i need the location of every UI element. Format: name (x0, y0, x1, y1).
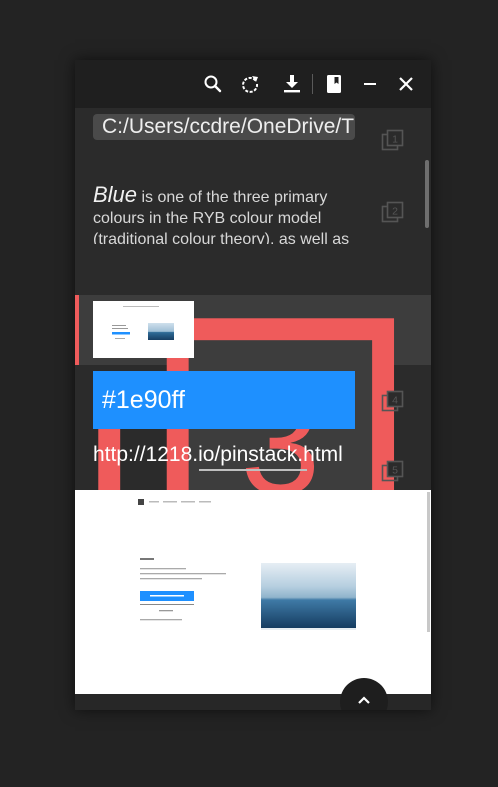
selection-marker (75, 295, 79, 365)
list-item[interactable]: C:/Users/ccdre/OneDrive/T 1 (75, 108, 431, 168)
svg-text:4: 4 (392, 395, 398, 407)
svg-text:5: 5 (392, 465, 398, 477)
toolbar-separator (312, 74, 313, 94)
chevron-up-icon (358, 696, 370, 704)
download-icon[interactable] (280, 72, 304, 96)
image-preview (75, 490, 431, 694)
preview-scrollbar[interactable] (427, 492, 430, 632)
pinstack-window: C:/Users/ccdre/OneDrive/T 1 2 Blue is on… (75, 60, 431, 710)
list-scrollbar[interactable] (425, 160, 429, 228)
svg-text:2: 2 (392, 206, 398, 218)
text-clip-emphasis: Blue (93, 184, 138, 207)
index-badge-icon: 5 (380, 459, 406, 485)
clip-list[interactable]: C:/Users/ccdre/OneDrive/T 1 2 Blue is on… (75, 108, 431, 490)
index-badge-icon: 2 (380, 200, 406, 226)
book-icon[interactable] (322, 72, 346, 96)
list-item: 4 (75, 365, 431, 435)
search-icon[interactable] (201, 72, 225, 96)
scroll-up-button[interactable] (340, 678, 388, 710)
text-clip: Blue is one of the three primary colours… (93, 184, 355, 244)
index-badge-icon: 4 (380, 389, 406, 415)
toolbar (75, 60, 431, 108)
minimize-icon[interactable] (358, 72, 382, 96)
refresh-icon[interactable] (238, 72, 262, 96)
list-item: 5 (75, 435, 431, 490)
list-item-selected[interactable]: 3 (75, 295, 431, 490)
preview-image (75, 490, 431, 694)
resize-handle[interactable] (199, 469, 307, 471)
index-badge-icon: 1 (380, 128, 406, 154)
svg-text:1: 1 (392, 134, 398, 146)
close-icon[interactable] (394, 72, 418, 96)
path-clip-text: C:/Users/ccdre/OneDrive/T (93, 114, 355, 140)
image-thumbnail (93, 301, 194, 358)
